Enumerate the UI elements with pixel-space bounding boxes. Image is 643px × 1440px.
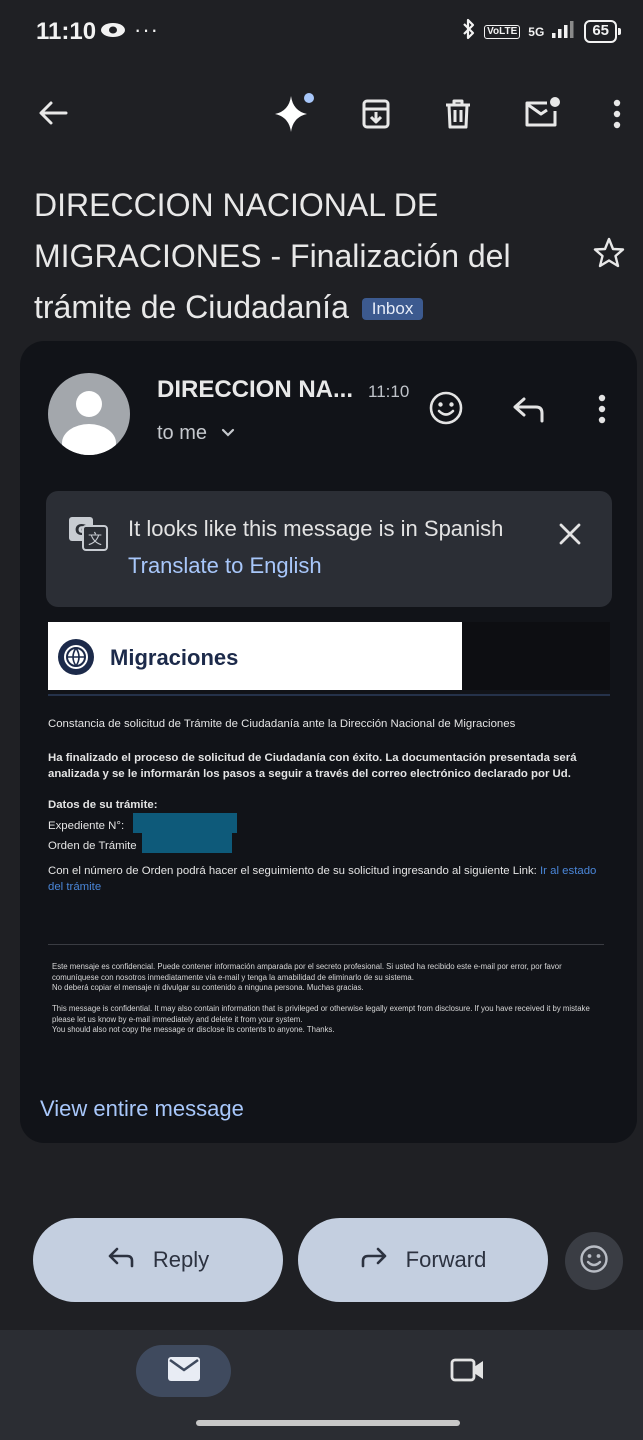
- success-notice: Ha finalizado el proceso de solicitud de…: [48, 752, 577, 780]
- translate-banner: [46, 491, 612, 607]
- recipient-label: to me: [157, 422, 208, 444]
- nav-meet-tab[interactable]: [446, 1350, 490, 1394]
- forward-label: Forward: [405, 1247, 487, 1272]
- status-bar: 11:10 ··· VoLTE 5G 65: [0, 0, 643, 64]
- banner-dark-area: [462, 622, 610, 690]
- add-reaction-icon[interactable]: [424, 386, 468, 430]
- sender-avatar[interactable]: [48, 373, 130, 455]
- battery-indicator: 65: [584, 20, 621, 43]
- eye-icon: [100, 22, 126, 43]
- orden-row: Orden de Trámite: [48, 833, 604, 854]
- legal-es-2: No deberá copiar el mensaje ni divulgar …: [52, 983, 364, 992]
- logo-text: Migraciones: [110, 645, 239, 670]
- recipient-dropdown[interactable]: to me: [157, 420, 235, 445]
- more-vert-icon[interactable]: [595, 92, 639, 136]
- orden-label: Orden de Trámite: [48, 840, 137, 852]
- migraciones-logo-icon: [56, 637, 96, 682]
- followup-paragraph: Con el número de Orden podrá hacer el se…: [48, 863, 604, 895]
- subject-text: DIRECCION NACIONAL DE MIGRACIONES - Fina…: [34, 187, 511, 325]
- status-icons: VoLTE 5G 65: [462, 18, 621, 45]
- star-icon[interactable]: [592, 236, 626, 275]
- sender-name[interactable]: DIRECCION NA...: [157, 376, 353, 404]
- translate-to-english-link[interactable]: Translate to English: [128, 553, 322, 579]
- close-icon[interactable]: [548, 512, 592, 556]
- bluetooth-icon: [462, 18, 476, 45]
- nav-mail-tab[interactable]: [136, 1345, 231, 1397]
- redacted-orden: [141, 833, 232, 853]
- back-arrow-icon[interactable]: [31, 91, 75, 135]
- video-camera-icon: [450, 1357, 486, 1388]
- reply-arrow-icon: [107, 1246, 135, 1274]
- notification-dots: ···: [134, 17, 159, 42]
- redacted-expediente: [133, 813, 238, 833]
- svg-text:文: 文: [88, 532, 102, 548]
- home-indicator[interactable]: [196, 1420, 460, 1426]
- sparkle-icon[interactable]: [273, 90, 317, 134]
- forward-arrow-icon: [360, 1246, 388, 1274]
- translate-message: It looks like this message is in Spanish: [128, 516, 504, 541]
- mark-unread-icon[interactable]: [520, 90, 564, 134]
- status-time: 11:10: [36, 18, 97, 45]
- delete-icon[interactable]: [436, 92, 480, 136]
- legal-es-1: Este mensaje es confidencial. Puede cont…: [52, 962, 562, 982]
- view-entire-message-link[interactable]: View entire message: [40, 1096, 244, 1122]
- smiley-icon: [579, 1244, 609, 1279]
- legal-divider: [48, 944, 604, 945]
- expediente-row: Expediente N°:: [48, 813, 604, 834]
- reaction-button[interactable]: [565, 1232, 623, 1290]
- archive-icon[interactable]: [354, 92, 398, 136]
- chevron-down-icon: [221, 420, 235, 443]
- legal-en-1: This message is confidential. It may als…: [52, 1004, 590, 1024]
- data-heading: Datos de su trámite:: [48, 799, 158, 811]
- email-subject: DIRECCION NACIONAL DE MIGRACIONES - Fina…: [34, 180, 574, 333]
- email-time: 11:10: [368, 382, 410, 401]
- network-type: 5G: [528, 24, 545, 39]
- legal-en-2: You should also not copy the message or …: [52, 1025, 335, 1034]
- translate-icon: G文: [68, 516, 108, 557]
- expediente-label: Expediente N°:: [48, 820, 125, 832]
- banner-divider: [48, 694, 610, 696]
- reply-label: Reply: [152, 1247, 210, 1272]
- reply-button[interactable]: Reply: [33, 1218, 283, 1302]
- reply-icon[interactable]: [507, 387, 551, 431]
- inbox-label[interactable]: Inbox: [361, 298, 424, 320]
- volte-indicator: VoLTE: [484, 24, 521, 39]
- signal-icon: [552, 20, 576, 43]
- forward-button[interactable]: Forward: [298, 1218, 548, 1302]
- intro-text: Constancia de solicitud de Trámite de Ci…: [48, 718, 516, 730]
- message-more-icon[interactable]: [580, 387, 624, 431]
- mail-icon: [167, 1356, 201, 1387]
- followup-text: Con el número de Orden podrá hacer el se…: [48, 865, 537, 877]
